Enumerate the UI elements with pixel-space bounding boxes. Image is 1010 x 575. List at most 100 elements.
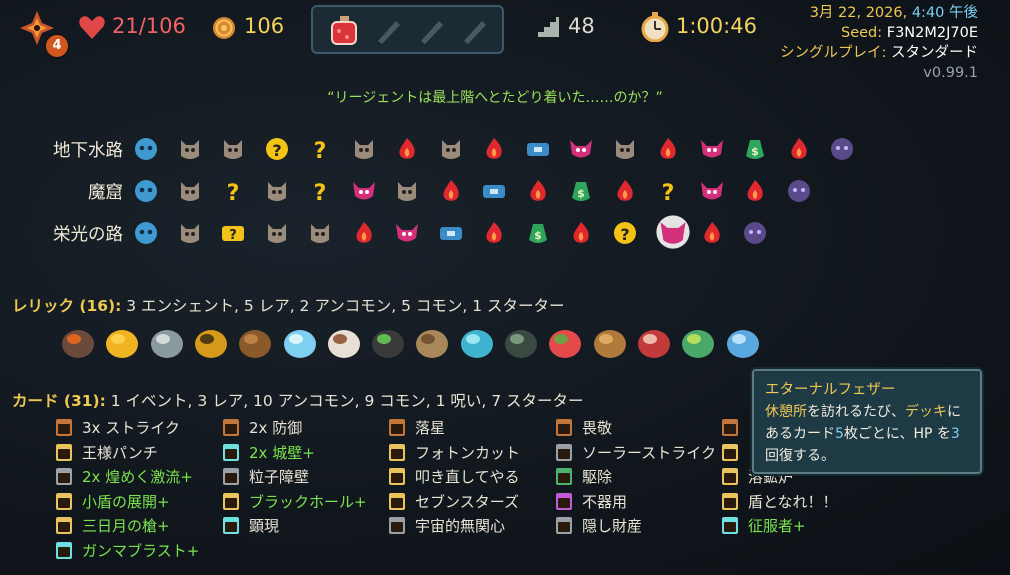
ancient-node-icon[interactable]: [133, 136, 159, 162]
card-entry[interactable]: 駆除: [556, 466, 612, 488]
card-entry[interactable]: 征服者+: [722, 515, 806, 537]
card-entry[interactable]: 2x 城壁+: [223, 442, 315, 464]
rest-node-icon[interactable]: [481, 220, 507, 246]
card-entry[interactable]: 隠し財産: [556, 515, 642, 537]
card-entry[interactable]: フォトンカット: [389, 442, 520, 464]
red-creature-icon[interactable]: [633, 320, 675, 362]
merchant-node-icon[interactable]: $: [568, 178, 594, 204]
ticket-icon[interactable]: [279, 320, 321, 362]
empty-potion-slot-icon[interactable]: [413, 15, 447, 45]
card-entry[interactable]: 小盾の展開+: [56, 491, 170, 513]
monster-node-icon[interactable]: [220, 136, 246, 162]
treasure-node-icon[interactable]: [481, 178, 507, 204]
card-icon: [722, 517, 738, 534]
unknown-node-icon[interactable]: ?: [307, 136, 333, 164]
card-name: ガンマブラスト+: [82, 541, 200, 560]
monster-node-icon[interactable]: [177, 136, 203, 162]
card-entry[interactable]: 3x ストライク: [56, 417, 180, 439]
rest-node-icon[interactable]: [351, 220, 377, 246]
boss-node-icon[interactable]: [829, 136, 855, 162]
elite-node-icon[interactable]: [351, 178, 377, 204]
monster-node-icon[interactable]: [394, 178, 420, 204]
unknown-node-icon[interactable]: ?: [220, 178, 246, 206]
card-entry[interactable]: 粒子障壁: [223, 466, 309, 488]
wood-planks-icon[interactable]: [234, 320, 276, 362]
feather-icon[interactable]: [722, 320, 764, 362]
card-entry[interactable]: 2x 煌めく激流+: [56, 466, 193, 488]
teapot-icon[interactable]: [500, 320, 542, 362]
backpack-icon[interactable]: [411, 320, 453, 362]
treasure-node-icon[interactable]: [525, 136, 551, 162]
card-entry[interactable]: 盾となれ！！: [722, 491, 838, 513]
rest-node-icon[interactable]: [742, 178, 768, 204]
gold-orb-icon[interactable]: [101, 320, 143, 362]
card-entry[interactable]: 顕現: [223, 515, 279, 537]
idol-icon[interactable]: [589, 320, 631, 362]
card-entry[interactable]: 宇宙的無関心: [389, 515, 505, 537]
cocoa-cup-icon[interactable]: [323, 320, 365, 362]
red-potion-icon[interactable]: [327, 15, 361, 45]
card-entry[interactable]: 三日月の槍+: [56, 515, 170, 537]
rest-node-icon[interactable]: [481, 136, 507, 162]
rest-node-icon[interactable]: [612, 178, 638, 204]
merchant-node-icon[interactable]: $: [742, 136, 768, 162]
card-entry[interactable]: [722, 442, 748, 464]
svg-text:?: ?: [314, 181, 327, 204]
bracelet-icon[interactable]: [367, 320, 409, 362]
monster-node-icon[interactable]: [177, 178, 203, 204]
unknown-gold-node-icon[interactable]: ?: [612, 220, 638, 246]
unknown-gold-node-icon[interactable]: ?: [264, 136, 290, 162]
card-entry[interactable]: ガンマブラスト+: [56, 540, 199, 562]
card-entry[interactable]: ブラックホール+: [223, 491, 367, 513]
rest-node-icon[interactable]: [394, 136, 420, 162]
card-icon: [223, 419, 239, 436]
empty-potion-slot-icon[interactable]: [456, 15, 490, 45]
monster-node-icon[interactable]: [438, 136, 464, 162]
monster-node-icon[interactable]: [264, 220, 290, 246]
monster-node-icon[interactable]: [612, 136, 638, 162]
monster-node-icon[interactable]: [264, 178, 290, 204]
rest-node-icon[interactable]: [655, 136, 681, 162]
treasure-node-icon[interactable]: [438, 220, 464, 246]
card-entry[interactable]: [722, 417, 748, 439]
merchant-node-icon[interactable]: $: [525, 220, 551, 246]
card-entry[interactable]: 2x 防御: [223, 417, 302, 439]
ancient-node-icon[interactable]: [133, 178, 159, 204]
elite-node-icon[interactable]: [699, 178, 725, 204]
boss-elite-node-icon[interactable]: [655, 214, 691, 250]
crystal-icon[interactable]: [456, 320, 498, 362]
svg-text:$: $: [751, 145, 759, 158]
unknown-chest-node-icon[interactable]: ?: [220, 220, 246, 246]
card-entry[interactable]: セブンスターズ: [389, 491, 519, 513]
rest-node-icon[interactable]: [525, 178, 551, 204]
empty-potion-slot-icon[interactable]: [370, 15, 404, 45]
card-entry[interactable]: 落星: [389, 417, 445, 439]
elite-node-icon[interactable]: [568, 136, 594, 162]
rest-node-icon[interactable]: [699, 220, 725, 246]
golden-bowl-icon[interactable]: [190, 320, 232, 362]
ember-rock-icon[interactable]: [57, 320, 99, 362]
rest-node-icon[interactable]: [568, 220, 594, 246]
monster-node-icon[interactable]: [307, 220, 333, 246]
grey-stone-icon[interactable]: [146, 320, 188, 362]
card-entry[interactable]: 叩き直してやる: [389, 466, 520, 488]
elite-node-icon[interactable]: [394, 220, 420, 246]
unknown-node-icon[interactable]: ?: [307, 178, 333, 206]
card-entry[interactable]: 王様パンチ: [56, 442, 158, 464]
card-entry[interactable]: ソーラーストライク: [556, 442, 716, 464]
card-name: 征服者+: [748, 517, 806, 535]
strawberry-icon[interactable]: [544, 320, 586, 362]
rest-node-icon[interactable]: [438, 178, 464, 204]
card-entry[interactable]: 不器用: [556, 491, 627, 513]
monster-node-icon[interactable]: [351, 136, 377, 162]
rest-node-icon[interactable]: [786, 136, 812, 162]
unknown-node-icon[interactable]: ?: [655, 178, 681, 206]
boss-node-icon[interactable]: [786, 178, 812, 204]
card-icon: [223, 468, 239, 485]
elite-node-icon[interactable]: [699, 136, 725, 162]
ancient-node-icon[interactable]: [133, 220, 159, 246]
monster-node-icon[interactable]: [177, 220, 203, 246]
serpent-icon[interactable]: [677, 320, 719, 362]
boss-node-icon[interactable]: [742, 220, 768, 246]
card-entry[interactable]: 畏敬: [556, 417, 612, 439]
